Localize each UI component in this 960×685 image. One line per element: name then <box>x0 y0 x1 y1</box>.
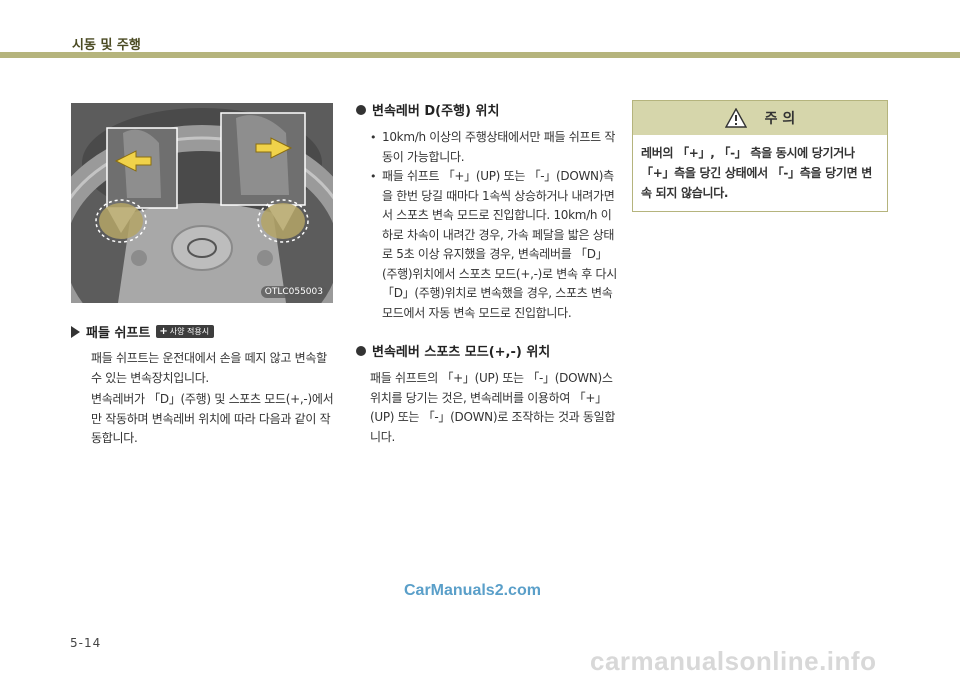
section-title-text: 변속레버 스포츠 모드(+,-) 위치 <box>372 345 551 360</box>
section-title-text: 변속레버 D(주행) 위치 <box>372 104 500 119</box>
section-title: 패들 쉬프트 + 사양 적용시 <box>71 322 341 341</box>
paragraph: 패들 쉬프트는 운전대에서 손을 떼지 않고 변속할 수 있는 변속장치입니다. <box>91 351 327 385</box>
caution-text: 레버의 「+」, 「-」 측을 동시에 당기거나 「+」측을 당긴 상태에서 「… <box>641 146 872 200</box>
bullet-dot-icon <box>356 104 366 115</box>
list-item: 10km/h 이상의 주행상태에서만 패들 쉬프트 작동이 가능합니다. <box>370 128 620 167</box>
option-badge: + 사양 적용시 <box>156 325 215 338</box>
caution-title: 주 의 <box>764 111 796 127</box>
paragraph: 변속레버가 「D」(주행) 및 스포츠 모드(+,-)에서 만 작동하며 변속레… <box>91 392 334 445</box>
list-item: 패들 쉬프트 「+」(UP) 또는 「-」(DOWN)측을 한번 당길 때마다 … <box>370 167 620 323</box>
paddle-shift-illustration: OTLC055003 <box>71 103 333 303</box>
triangle-right-icon <box>71 325 80 338</box>
badge-text: 사양 적용시 <box>169 327 210 336</box>
page-number: 5-14 <box>70 636 102 650</box>
warning-triangle-icon <box>724 108 747 128</box>
section-title-text: 패들 쉬프트 <box>86 326 151 341</box>
site-watermark: CarManuals2.com <box>404 582 541 599</box>
bullet-list: 10km/h 이상의 주행상태에서만 패들 쉬프트 작동이 가능합니다. 패들 … <box>370 128 620 323</box>
section-title: 변속레버 스포츠 모드(+,-) 위치 <box>356 341 620 360</box>
plus-icon: + <box>159 326 168 337</box>
footer-watermark: carmanualsonline.info <box>590 646 877 676</box>
bullet-dot-icon <box>356 345 366 356</box>
steering-wheel-drawing <box>71 103 333 303</box>
caution-box: 주 의 레버의 「+」, 「-」 측을 동시에 당기거나 「+」측을 당긴 상태… <box>632 100 888 212</box>
chapter-title: 시동 및 주행 <box>72 38 141 53</box>
section-title: 변속레버 D(주행) 위치 <box>356 100 620 119</box>
paragraph: 패들 쉬프트의 「+」(UP) 또는 「-」(DOWN)스위치를 당기는 것은,… <box>370 371 616 444</box>
page-header: 시동 및 주행 <box>0 0 960 62</box>
header-rule <box>0 52 960 58</box>
caution-header: 주 의 <box>633 101 887 135</box>
paddle-shift-section: 패들 쉬프트 + 사양 적용시 패들 쉬프트는 운전대에서 손을 떼지 않고 변… <box>71 322 341 449</box>
shift-position-section: 변속레버 D(주행) 위치 10km/h 이상의 주행상태에서만 패들 쉬프트 … <box>356 100 620 447</box>
figure-code: OTLC055003 <box>260 286 327 298</box>
